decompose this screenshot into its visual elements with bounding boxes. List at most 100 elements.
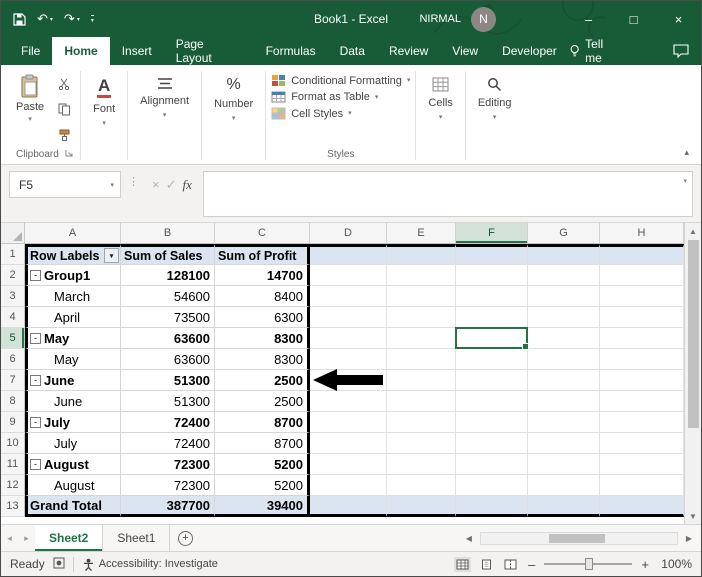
empty-cell-e9[interactable] <box>387 412 456 433</box>
tab-review[interactable]: Review <box>377 37 440 65</box>
column-header-g[interactable]: G <box>528 223 600 244</box>
empty-cell-h6[interactable] <box>600 349 684 370</box>
empty-cell-f13[interactable] <box>456 496 528 517</box>
scroll-up-icon[interactable]: ▲ <box>685 223 701 239</box>
view-page-layout-button[interactable] <box>478 557 495 572</box>
minimize-button[interactable]: – <box>566 1 611 37</box>
empty-cell-h12[interactable] <box>600 475 684 496</box>
row-header-5[interactable]: 5 <box>1 328 25 349</box>
empty-cell-e7[interactable] <box>387 370 456 391</box>
pivot-label-cell[interactable]: August <box>25 475 121 496</box>
zoom-in-button[interactable]: + <box>639 557 651 572</box>
macro-record-button[interactable] <box>53 557 65 572</box>
empty-cell-d6[interactable] <box>310 349 387 370</box>
collapse-button[interactable]: - <box>30 458 41 470</box>
pivot-label-cell[interactable]: - August <box>25 454 121 475</box>
select-all-button[interactable] <box>1 223 25 244</box>
cut-button[interactable] <box>58 77 71 95</box>
row-header-8[interactable]: 8 <box>1 391 25 412</box>
tab-formulas[interactable]: Formulas <box>254 37 328 65</box>
pivot-profit-cell[interactable]: 8700 <box>215 412 310 433</box>
empty-cell-g12[interactable] <box>528 475 600 496</box>
empty-cell-d3[interactable] <box>310 286 387 307</box>
tab-file[interactable]: File <box>9 37 52 65</box>
pivot-profit-cell[interactable]: 8300 <box>215 349 310 370</box>
column-header-e[interactable]: E <box>387 223 456 244</box>
pivot-label-cell[interactable]: May <box>25 349 121 370</box>
column-header-f[interactable]: F <box>456 223 528 244</box>
pivot-label-cell[interactable]: March <box>25 286 121 307</box>
view-normal-button[interactable] <box>454 556 472 572</box>
row-header-12[interactable]: 12 <box>1 475 25 496</box>
empty-cell-d12[interactable] <box>310 475 387 496</box>
empty-cell-h8[interactable] <box>600 391 684 412</box>
comments-button[interactable] <box>673 44 689 58</box>
pivot-sales-cell[interactable]: 63600 <box>121 349 215 370</box>
pivot-label-cell[interactable]: April <box>25 307 121 328</box>
cell-styles-button[interactable]: Cell Styles ▾ <box>271 107 352 120</box>
editing-group-button[interactable]: Editing ▾ <box>466 67 524 164</box>
cells-group-button[interactable]: Cells ▾ <box>416 67 464 164</box>
close-button[interactable]: × <box>656 1 701 37</box>
pivot-profit-cell[interactable]: 39400 <box>215 496 310 517</box>
pivot-sales-cell[interactable]: 387700 <box>121 496 215 517</box>
empty-cell-d4[interactable] <box>310 307 387 328</box>
pivot-sales-cell[interactable]: 72300 <box>121 454 215 475</box>
name-box[interactable]: F5 ▾ <box>9 171 121 198</box>
empty-cell-g1[interactable] <box>528 244 600 265</box>
zoom-out-button[interactable]: – <box>526 557 537 572</box>
empty-cell-d10[interactable] <box>310 433 387 454</box>
pivot-label-cell[interactable]: July <box>25 433 121 454</box>
horizontal-scrollbar[interactable]: ◀ ▶ <box>460 525 701 551</box>
formula-bar-splitter[interactable]: ⋮ <box>126 171 141 188</box>
empty-cell-h9[interactable] <box>600 412 684 433</box>
accessibility-status[interactable]: Accessibility: Investigate <box>82 558 218 571</box>
row-header-13[interactable]: 13 <box>1 496 25 517</box>
expand-formula-bar-button[interactable]: ▾ <box>683 177 687 185</box>
copy-button[interactable] <box>58 103 71 121</box>
zoom-slider[interactable] <box>544 558 633 570</box>
pivot-profit-cell[interactable]: 5200 <box>215 475 310 496</box>
column-header-d[interactable]: D <box>310 223 387 244</box>
tab-data[interactable]: Data <box>328 37 377 65</box>
empty-cell-d7[interactable] <box>310 370 387 391</box>
empty-cell-e8[interactable] <box>387 391 456 412</box>
empty-cell-d11[interactable] <box>310 454 387 475</box>
empty-cell-f11[interactable] <box>456 454 528 475</box>
zoom-level[interactable]: 100% <box>658 557 692 571</box>
empty-cell-g9[interactable] <box>528 412 600 433</box>
filter-dropdown-button[interactable]: ▾ <box>104 248 119 263</box>
empty-cell-f1[interactable] <box>456 244 528 265</box>
clipboard-dialog-launcher[interactable] <box>65 149 73 160</box>
empty-cell-e2[interactable] <box>387 265 456 286</box>
undo-button[interactable]: ↶ ▾ <box>37 11 53 27</box>
empty-cell-e4[interactable] <box>387 307 456 328</box>
redo-button[interactable]: ↷ ▾ <box>64 11 80 27</box>
empty-cell-f3[interactable] <box>456 286 528 307</box>
empty-cell-g6[interactable] <box>528 349 600 370</box>
empty-cell-g11[interactable] <box>528 454 600 475</box>
pivot-sales-cell[interactable]: 51300 <box>121 370 215 391</box>
font-group-button[interactable]: A Font ▾ <box>81 67 127 164</box>
pivot-label-cell[interactable]: - July <box>25 412 121 433</box>
avatar[interactable]: N <box>471 6 496 32</box>
empty-cell-g4[interactable] <box>528 307 600 328</box>
pivot-label-cell[interactable]: - June <box>25 370 121 391</box>
pivot-profit-cell[interactable]: 8400 <box>215 286 310 307</box>
empty-cell-d2[interactable] <box>310 265 387 286</box>
pivot-profit-cell[interactable]: 8300 <box>215 328 310 349</box>
vertical-scroll-thumb[interactable] <box>687 240 699 428</box>
collapse-ribbon-button[interactable]: ▴ <box>684 147 689 158</box>
format-painter-button[interactable] <box>58 129 71 147</box>
pivot-profit-cell[interactable]: 2500 <box>215 370 310 391</box>
empty-cell-h4[interactable] <box>600 307 684 328</box>
empty-cell-h7[interactable] <box>600 370 684 391</box>
empty-cell-h2[interactable] <box>600 265 684 286</box>
pivot-sales-cell[interactable]: 73500 <box>121 307 215 328</box>
empty-cell-e12[interactable] <box>387 475 456 496</box>
pivot-profit-cell[interactable]: Sum of Profit <box>215 244 310 265</box>
formula-input[interactable]: ▾ <box>202 171 693 217</box>
zoom-slider-thumb[interactable] <box>584 558 593 570</box>
tab-developer[interactable]: Developer <box>490 37 569 65</box>
pivot-profit-cell[interactable]: 14700 <box>215 265 310 286</box>
